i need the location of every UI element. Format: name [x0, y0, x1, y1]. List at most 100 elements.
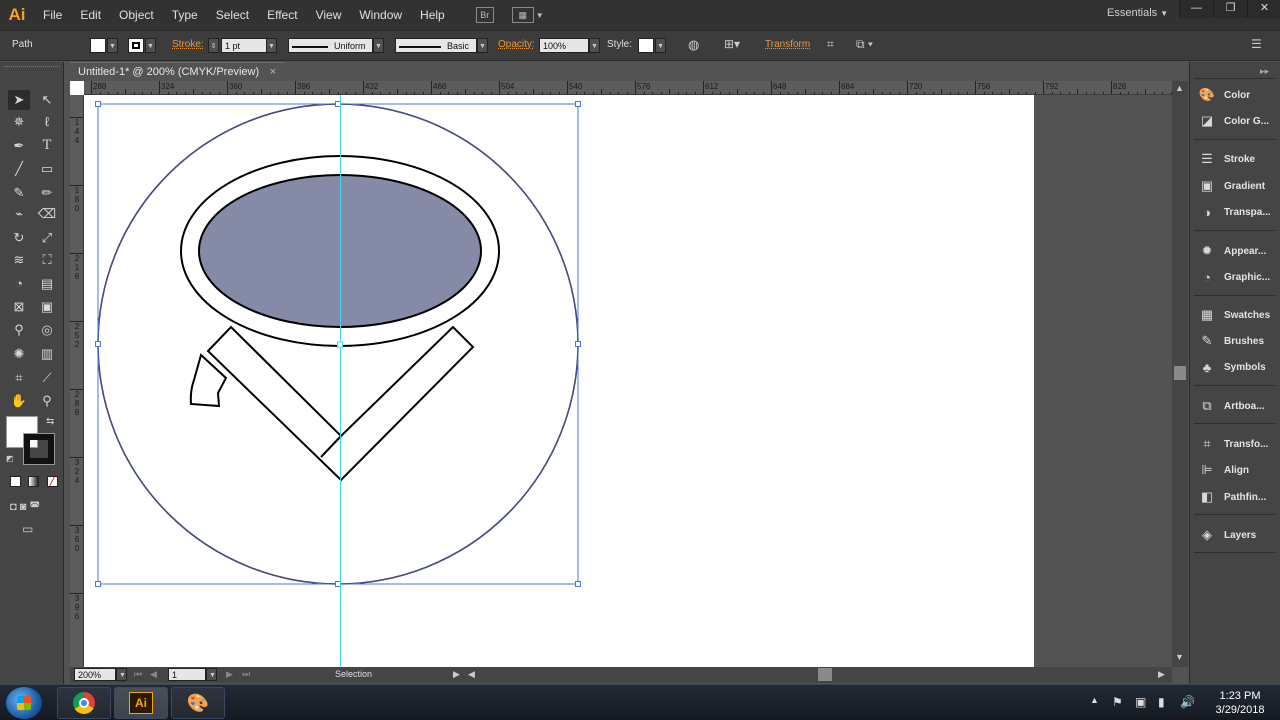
tools-grip[interactable] — [4, 66, 60, 70]
pencil-tool-icon[interactable]: ✏ — [36, 183, 58, 203]
panel-brushes[interactable]: ✎ Brushes — [1190, 329, 1280, 353]
brush-definition[interactable]: Basic — [395, 38, 477, 53]
arrange-documents-icon[interactable]: ▦ — [511, 7, 534, 23]
horizontal-scrollbar[interactable]: ◀ ▶ — [464, 667, 1172, 683]
start-button[interactable] — [6, 687, 42, 719]
handle-bottom-right[interactable] — [575, 581, 581, 587]
handle-top-left[interactable] — [95, 101, 101, 107]
previous-artboard-icon[interactable]: ◀ — [150, 669, 157, 680]
line-tool-icon[interactable]: ╱ — [8, 159, 30, 179]
fill-swatch[interactable] — [90, 38, 106, 53]
document-tab[interactable]: Untitled-1* @ 200% (CMYK/Preview) × — [70, 62, 284, 81]
scale-tool-icon[interactable]: ⤢ — [36, 228, 58, 248]
none-mode-icon[interactable]: ╱ — [47, 476, 58, 487]
artboard-tool-icon[interactable]: ⌗ — [8, 368, 30, 388]
symbol-sprayer-tool-icon[interactable]: ✺ — [8, 344, 30, 364]
network-icon[interactable]: ▣ — [1135, 695, 1146, 709]
close-button[interactable]: ✕ — [1247, 0, 1280, 18]
panel-stroke[interactable]: ☰ Stroke — [1190, 147, 1280, 171]
panel-appearance[interactable]: ✹ Appear... — [1190, 239, 1280, 263]
recolor-artwork-icon[interactable]: ◍ — [688, 37, 699, 53]
screen-mode-icon[interactable]: ▭ — [22, 522, 33, 536]
artboard-number-field[interactable]: 1 — [168, 668, 206, 681]
pen-tool-icon[interactable]: ✒ — [8, 136, 30, 156]
handle-top-right[interactable] — [575, 101, 581, 107]
first-artboard-icon[interactable]: ⏮ — [134, 669, 142, 680]
menu-view[interactable]: View — [307, 0, 351, 30]
panel-pathfinder[interactable]: ◧ Pathfin... — [1190, 485, 1280, 509]
perspective-grid-tool-icon[interactable]: ▤ — [36, 274, 58, 294]
next-artboard-icon[interactable]: ▶ — [226, 669, 233, 680]
stroke-weight-dropdown-icon[interactable]: ▼ — [266, 38, 277, 53]
paintbrush-tool-icon[interactable]: ✎ — [8, 183, 30, 203]
action-center-icon[interactable]: ⚑ — [1112, 695, 1123, 709]
hand-tool-icon[interactable]: ✋ — [8, 391, 30, 411]
zoom-tool-icon[interactable]: ⚲ — [36, 391, 58, 411]
panel-transparency[interactable]: ◑ Transpa... — [1190, 200, 1280, 224]
opacity-label[interactable]: Opacity: — [498, 39, 535, 50]
isolate-object-icon[interactable]: ⌗ — [827, 37, 834, 52]
scroll-left-icon[interactable]: ◀ — [468, 669, 475, 680]
zoom-dropdown-icon[interactable]: ▼ — [116, 668, 127, 681]
menu-type[interactable]: Type — [163, 0, 207, 30]
vertical-scroll-thumb[interactable] — [1174, 366, 1186, 380]
gradient-mode-icon[interactable] — [28, 476, 39, 487]
panel-graphic-styles[interactable]: ◔ Graphic... — [1190, 265, 1280, 289]
stroke-label[interactable]: Stroke: — [172, 39, 204, 50]
stroke-weight-field[interactable]: 1 pt — [221, 38, 267, 53]
color-mode-icon[interactable] — [10, 476, 21, 487]
canvas-area[interactable] — [84, 95, 1172, 667]
arrange-dropdown-icon[interactable]: ▼ — [536, 11, 544, 20]
menu-object[interactable]: Object — [110, 0, 163, 30]
menu-select[interactable]: Select — [207, 0, 258, 30]
status-menu-icon[interactable]: ▶ — [453, 669, 460, 680]
transform-link[interactable]: Transform — [765, 39, 810, 50]
stroke-stepper[interactable]: ⇕ — [208, 38, 219, 53]
minimize-button[interactable]: — — [1179, 0, 1213, 18]
free-transform-tool-icon[interactable]: ⛶ — [36, 250, 58, 270]
magic-wand-tool-icon[interactable]: ✵ — [8, 112, 30, 132]
close-document-icon[interactable]: × — [270, 63, 276, 81]
menu-effect[interactable]: Effect — [258, 0, 306, 30]
swap-fill-stroke-icon[interactable]: ⇆ — [46, 416, 54, 427]
mesh-tool-icon[interactable]: ⊠ — [8, 297, 30, 317]
vertical-scrollbar[interactable]: ▲ ▼ — [1172, 81, 1188, 667]
variable-width-profile[interactable]: Uniform — [288, 38, 373, 53]
horizontal-scroll-thumb[interactable] — [818, 668, 832, 681]
panel-menu-icon[interactable]: ☰ — [1251, 37, 1262, 51]
system-clock[interactable]: 1:23 PM 3/29/2018 — [1210, 689, 1270, 717]
default-fill-stroke-icon[interactable]: ◩ — [6, 454, 14, 463]
opacity-dropdown-icon[interactable]: ▼ — [589, 38, 600, 53]
style-dropdown-icon[interactable]: ▼ — [655, 38, 666, 53]
eyedropper-tool-icon[interactable]: ⚲ — [8, 320, 30, 340]
profile-dropdown-icon[interactable]: ▼ — [373, 38, 384, 53]
power-icon[interactable]: ▮ — [1158, 695, 1165, 709]
workspace-switcher[interactable]: Essentials ▼ — [1107, 7, 1168, 19]
show-hidden-icons[interactable]: ▲ — [1090, 695, 1099, 705]
shape-builder-tool-icon[interactable]: ◔ — [8, 274, 30, 294]
menu-help[interactable]: Help — [411, 0, 454, 30]
menu-edit[interactable]: Edit — [71, 0, 110, 30]
menu-window[interactable]: Window — [350, 0, 411, 30]
taskbar-illustrator[interactable]: Ai — [114, 687, 168, 719]
brush-dropdown-icon[interactable]: ▼ — [477, 38, 488, 53]
handle-bottom-left[interactable] — [95, 581, 101, 587]
lasso-tool-icon[interactable]: ℓ — [36, 112, 58, 132]
taskbar-paint[interactable]: 🎨 — [171, 687, 225, 719]
rotate-tool-icon[interactable]: ↻ — [8, 228, 30, 248]
handle-middle-left[interactable] — [95, 341, 101, 347]
gradient-tool-icon[interactable]: ▣ — [36, 297, 58, 317]
scroll-right-icon[interactable]: ▶ — [1158, 669, 1165, 680]
zoom-field[interactable]: 200% — [74, 668, 116, 681]
rectangle-tool-icon[interactable]: ▭ — [36, 159, 58, 179]
bridge-icon[interactable]: Br — [475, 7, 494, 23]
slice-tool-icon[interactable]: ⟋ — [36, 368, 58, 388]
blob-brush-tool-icon[interactable]: ⌁ — [8, 204, 30, 224]
handle-middle-right[interactable] — [575, 341, 581, 347]
direct-selection-tool-icon[interactable]: ↖ — [36, 90, 58, 110]
drawing-modes-icon[interactable]: ◘ ◙ ◚ — [10, 500, 40, 513]
panel-color-guide[interactable]: ◪ Color G... — [1190, 109, 1280, 133]
panel-align[interactable]: ⊫ Align — [1190, 458, 1280, 482]
ruler-origin[interactable] — [70, 81, 84, 95]
last-artboard-icon[interactable]: ⏭ — [242, 669, 250, 680]
